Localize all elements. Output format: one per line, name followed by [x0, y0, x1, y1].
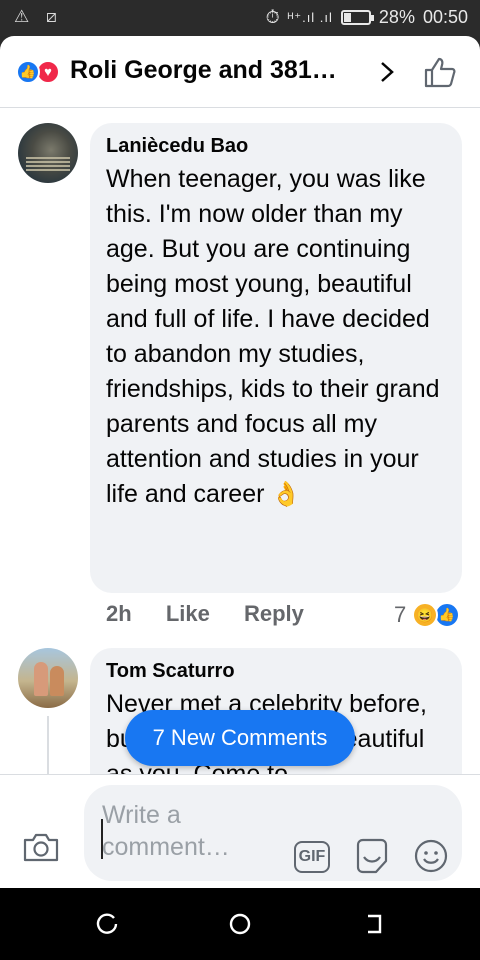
battery-percent: 28%: [378, 7, 415, 27]
camera-icon[interactable]: [22, 831, 60, 863]
new-comments-button[interactable]: 7 New Comments: [125, 710, 355, 766]
battery-icon: [340, 10, 374, 25]
comments-header: 👍 ♥ Roli George and 381…: [0, 36, 480, 108]
status-bar: ⚠ ⧄ ⏱ ᴴ⁺.ıl .ıl 28% 00:50: [0, 0, 480, 36]
comment-actions: 2h Like Reply: [106, 601, 332, 627]
haha-reaction-icon: 😆: [412, 602, 438, 628]
avatar[interactable]: [18, 123, 78, 183]
comment-body: When teenager, you was like this. I'm no…: [106, 165, 440, 508]
recents-icon[interactable]: [96, 912, 120, 936]
sticker-icon[interactable]: [354, 837, 390, 875]
ok-hand-emoji: 👌: [271, 481, 302, 508]
comment-author[interactable]: Lanièc​edu Bao: [106, 135, 446, 158]
reaction-count[interactable]: 7: [394, 602, 406, 628]
thumbs-up-icon[interactable]: [423, 56, 457, 88]
comment-author[interactable]: Tom Scaturro: [106, 660, 446, 683]
like-button[interactable]: Like: [166, 601, 210, 626]
comment-placeholder: Write a comment…: [102, 801, 230, 861]
alarm-icon: ⏱: [265, 7, 280, 27]
chevron-right-icon[interactable]: [376, 60, 398, 84]
thread-line: [47, 716, 49, 776]
comment-time: 2h: [106, 601, 132, 626]
comment-input[interactable]: Write a comment… GIF: [84, 785, 462, 881]
signal-icon: ᴴ⁺.ıl .ıl: [287, 9, 333, 25]
avatar[interactable]: [18, 648, 78, 708]
comment-text: When teenager, you was like this. I'm no…: [106, 162, 446, 512]
reply-button[interactable]: Reply: [244, 601, 304, 626]
home-icon[interactable]: [228, 912, 252, 936]
status-left-icons: ⚠ ⧄: [14, 7, 63, 26]
comment-bubble: Lanièc​edu Bao When teenager, you was li…: [90, 123, 462, 593]
comment-composer: Write a comment… GIF: [0, 774, 480, 888]
gif-button[interactable]: GIF: [294, 841, 330, 873]
system-nav-bar: [0, 888, 480, 960]
emoji-icon[interactable]: [414, 839, 448, 873]
like-icon: 👍: [16, 60, 40, 84]
reactors-title[interactable]: Roli George and 381…: [70, 56, 337, 85]
comments-sheet: 👍 ♥ Roli George and 381… Lanièc​edu Bao …: [0, 36, 480, 888]
clock: 00:50: [422, 7, 468, 27]
back-icon[interactable]: [362, 912, 386, 936]
